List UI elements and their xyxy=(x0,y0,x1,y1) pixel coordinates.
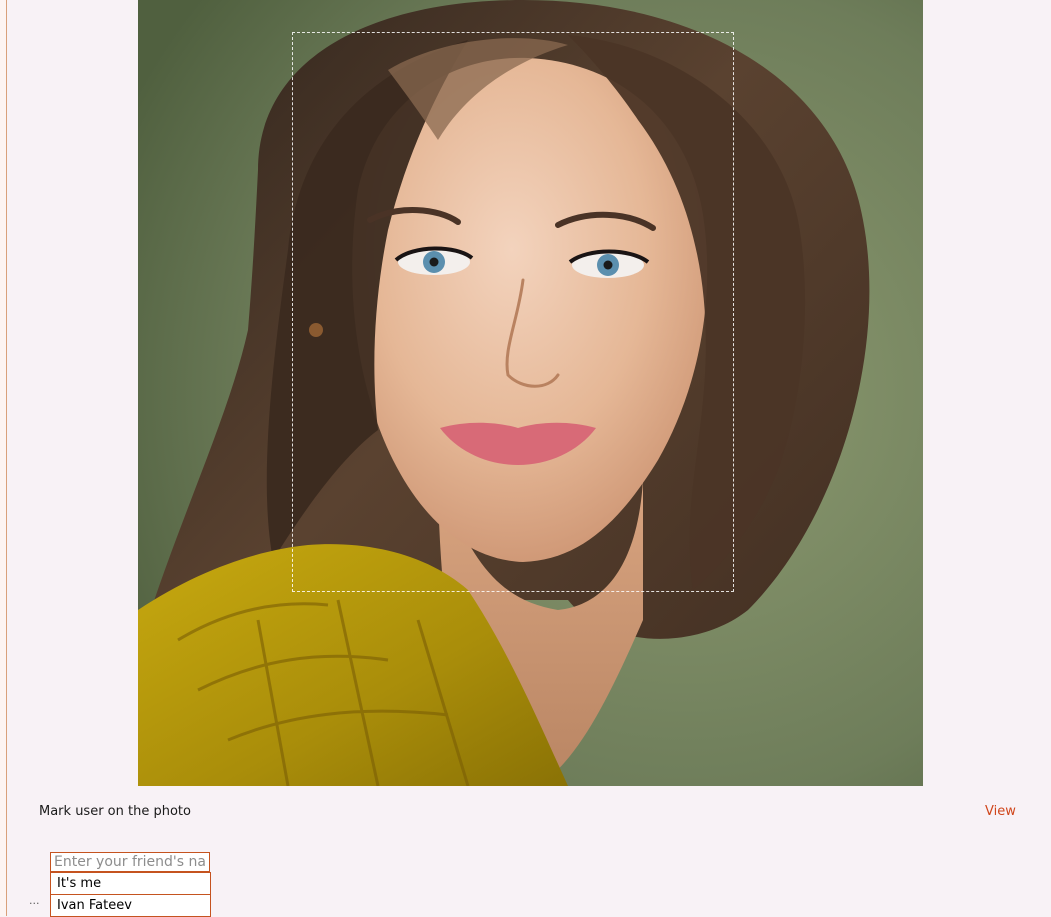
tag-selection-box[interactable] xyxy=(292,32,734,592)
suggestion-dropdown: It's me Ivan Fateev xyxy=(50,872,211,917)
suggestion-its-me[interactable]: It's me xyxy=(51,873,210,895)
suggestion-friend[interactable]: Ivan Fateev xyxy=(51,895,210,916)
more-ellipsis[interactable]: ... xyxy=(29,894,40,907)
view-link[interactable]: View xyxy=(985,804,1016,819)
mark-user-instruction: Mark user on the photo xyxy=(39,804,191,819)
friend-name-input[interactable] xyxy=(50,852,210,872)
left-frame-border xyxy=(0,0,7,916)
